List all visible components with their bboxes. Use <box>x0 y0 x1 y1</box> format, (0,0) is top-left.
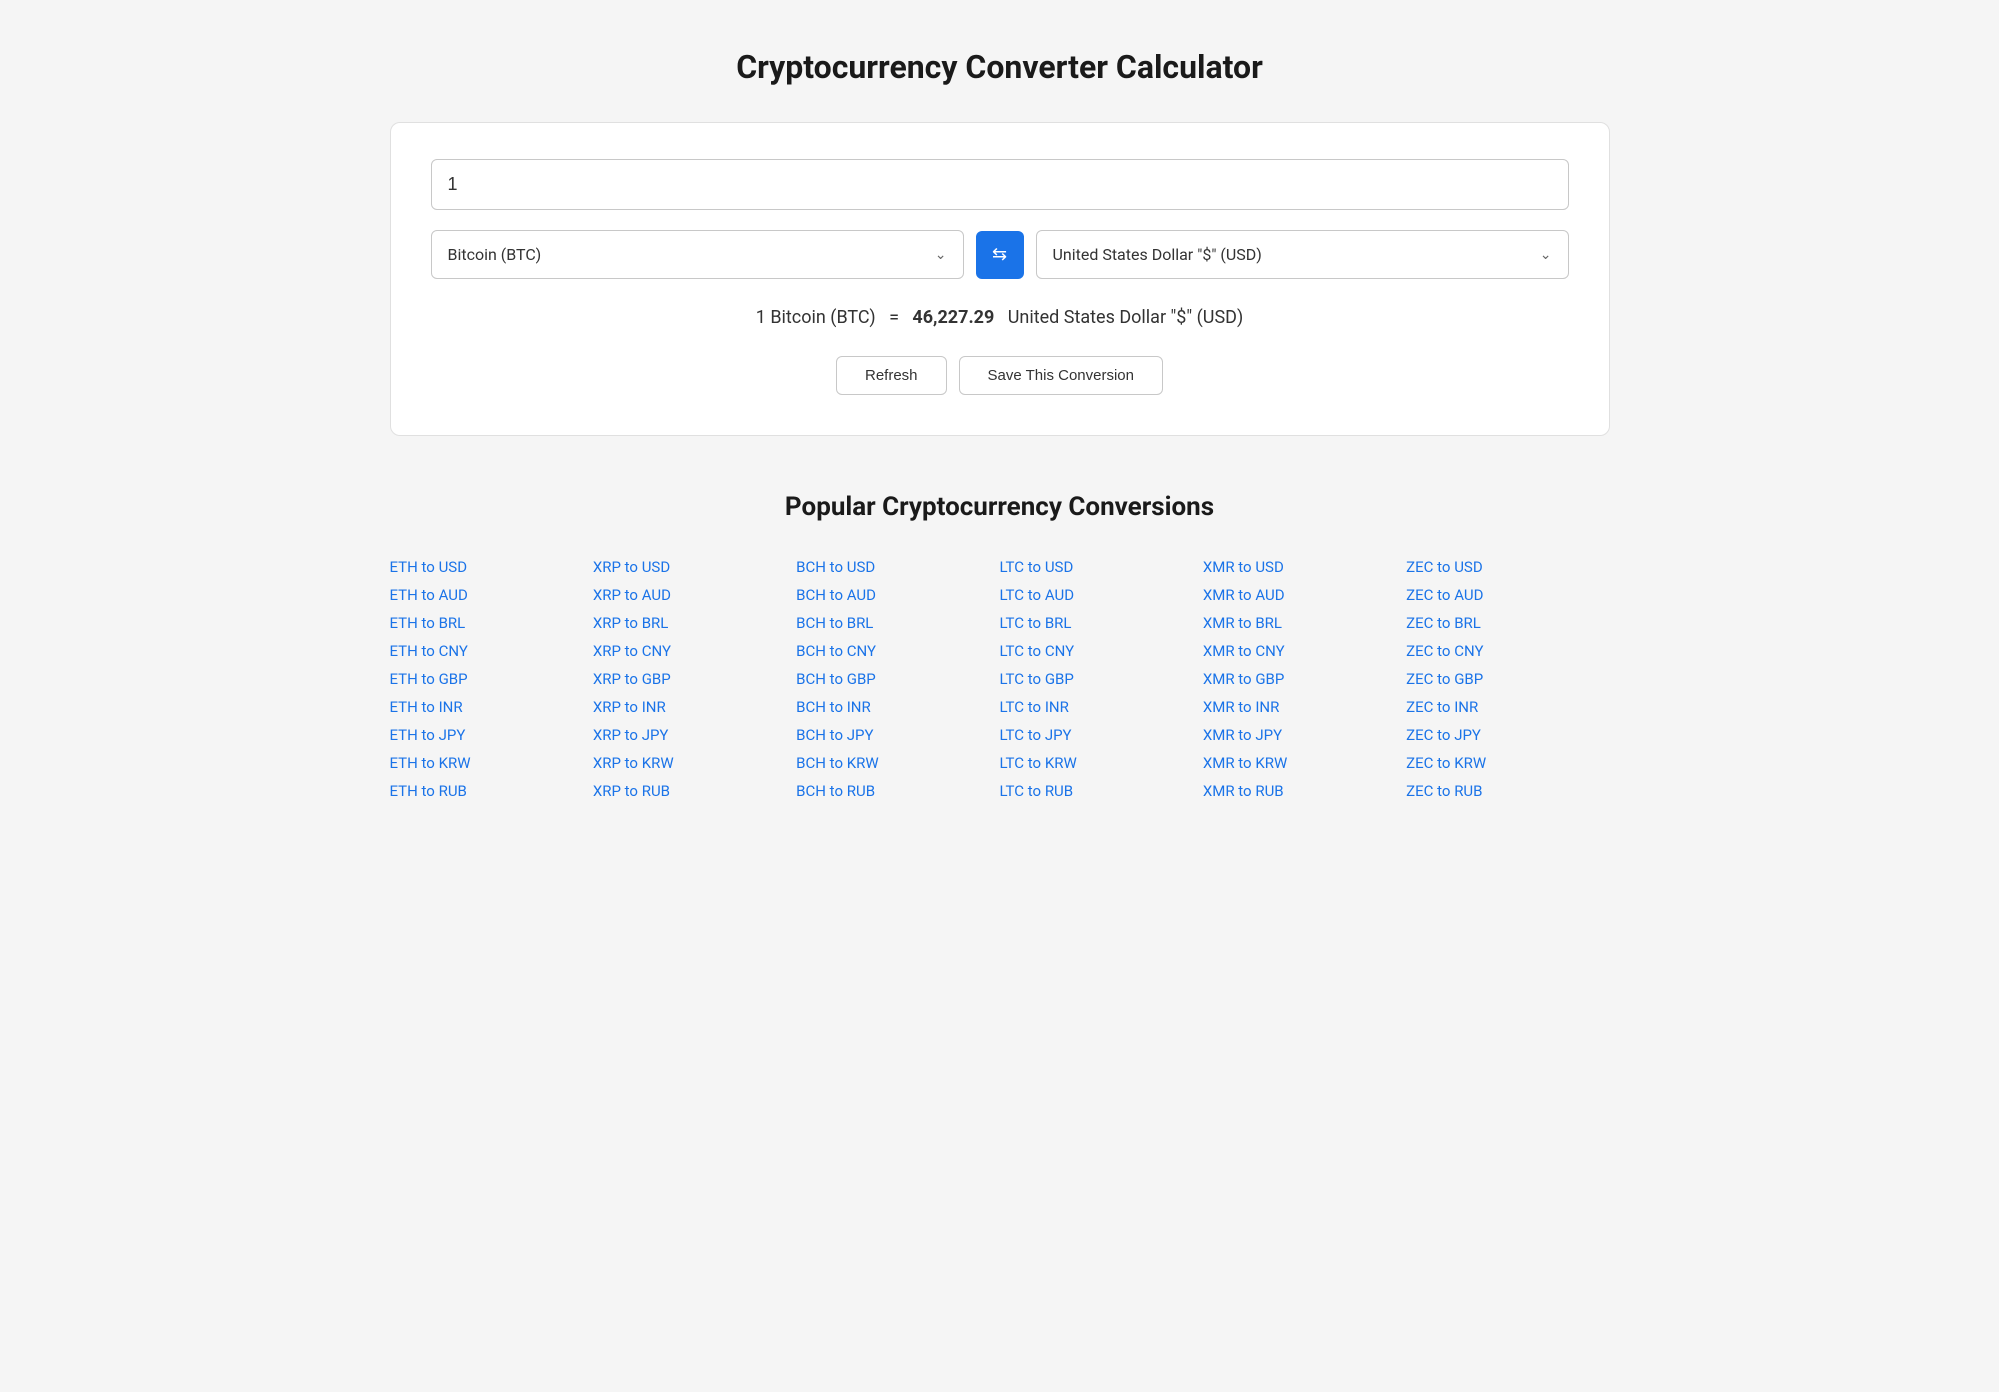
conversion-link[interactable]: XRP to GBP <box>593 670 796 688</box>
conversion-link[interactable]: XRP to KRW <box>593 754 796 772</box>
conversion-link[interactable]: BCH to KRW <box>796 754 999 772</box>
from-currency-label: Bitcoin (BTC) <box>432 231 919 278</box>
result-currency: United States Dollar "$" (USD) <box>1008 307 1244 328</box>
conversion-link[interactable]: ETH to USD <box>390 558 593 576</box>
swap-button[interactable]: ⇆ <box>976 231 1024 279</box>
conversion-link[interactable]: XMR to KRW <box>1203 754 1406 772</box>
conversions-grid: ETH to USD ETH to AUD ETH to BRL ETH to CNY… <box>390 558 1610 800</box>
conversion-link[interactable]: XMR to USD <box>1203 558 1406 576</box>
swap-icon: ⇆ <box>992 244 1007 265</box>
conversion-link[interactable]: ZEC to BRL <box>1406 614 1609 632</box>
conversion-link[interactable]: LTC to INR <box>999 698 1202 716</box>
from-currency-chevron-icon: ⌄ <box>919 247 963 263</box>
conversion-col-eth: ETH to USD ETH to AUD ETH to BRL ETH to CNY… <box>390 558 593 800</box>
conversion-link[interactable]: ZEC to RUB <box>1406 782 1609 800</box>
conversion-link[interactable]: XRP to JPY <box>593 726 796 744</box>
conversion-link[interactable]: ETH to RUB <box>390 782 593 800</box>
conversion-link[interactable]: ZEC to AUD <box>1406 586 1609 604</box>
result-equals: = <box>889 307 899 328</box>
conversion-link[interactable]: XRP to INR <box>593 698 796 716</box>
conversion-link[interactable]: ZEC to CNY <box>1406 642 1609 660</box>
conversion-link[interactable]: BCH to USD <box>796 558 999 576</box>
conversion-link[interactable]: ETH to GBP <box>390 670 593 688</box>
conversion-link[interactable]: BCH to RUB <box>796 782 999 800</box>
to-currency-chevron-icon: ⌄ <box>1524 247 1568 263</box>
result-row: 1 Bitcoin (BTC) = 46,227.29 United State… <box>431 307 1569 328</box>
action-buttons: Refresh Save This Conversion <box>431 356 1569 395</box>
conversion-link[interactable]: LTC to GBP <box>999 670 1202 688</box>
conversion-col-xrp: XRP to USD XRP to AUD XRP to BRL XRP to CNY… <box>593 558 796 800</box>
popular-title: Popular Cryptocurrency Conversions <box>390 492 1610 522</box>
conversion-link[interactable]: BCH to AUD <box>796 586 999 604</box>
conversion-link[interactable]: BCH to CNY <box>796 642 999 660</box>
conversion-link[interactable]: ETH to JPY <box>390 726 593 744</box>
save-conversion-button[interactable]: Save This Conversion <box>959 356 1163 395</box>
conversion-link[interactable]: LTC to BRL <box>999 614 1202 632</box>
conversion-link[interactable]: ZEC to GBP <box>1406 670 1609 688</box>
conversion-link[interactable]: ZEC to USD <box>1406 558 1609 576</box>
conversion-link[interactable]: LTC to JPY <box>999 726 1202 744</box>
conversion-link[interactable]: LTC to RUB <box>999 782 1202 800</box>
conversion-link[interactable]: ETH to INR <box>390 698 593 716</box>
conversion-col-xmr: XMR to USD XMR to AUD XMR to BRL XMR to CNY… <box>1203 558 1406 800</box>
conversion-link[interactable]: XRP to AUD <box>593 586 796 604</box>
conversion-col-ltc: LTC to USD LTC to AUD LTC to BRL LTC to CNY… <box>999 558 1202 800</box>
conversion-link[interactable]: ETH to BRL <box>390 614 593 632</box>
page-title: Cryptocurrency Converter Calculator <box>390 48 1610 86</box>
to-currency-label: United States Dollar "$" (USD) <box>1037 231 1524 278</box>
popular-section: Popular Cryptocurrency Conversions ETH t… <box>390 492 1610 800</box>
conversion-link[interactable]: LTC to AUD <box>999 586 1202 604</box>
conversion-link[interactable]: BCH to JPY <box>796 726 999 744</box>
conversion-link[interactable]: XRP to USD <box>593 558 796 576</box>
conversion-link[interactable]: ZEC to KRW <box>1406 754 1609 772</box>
conversion-link[interactable]: XMR to BRL <box>1203 614 1406 632</box>
conversion-link[interactable]: ZEC to JPY <box>1406 726 1609 744</box>
conversion-link[interactable]: BCH to INR <box>796 698 999 716</box>
conversion-link[interactable]: XMR to RUB <box>1203 782 1406 800</box>
conversion-link[interactable]: XMR to AUD <box>1203 586 1406 604</box>
converter-card: Bitcoin (BTC) ⌄ ⇆ United States Dollar "… <box>390 122 1610 436</box>
from-currency-select[interactable]: Bitcoin (BTC) ⌄ <box>431 230 964 279</box>
conversion-link[interactable]: XMR to INR <box>1203 698 1406 716</box>
conversion-col-bch: BCH to USD BCH to AUD BCH to BRL BCH to CNY… <box>796 558 999 800</box>
refresh-button[interactable]: Refresh <box>836 356 947 395</box>
conversion-link[interactable]: ETH to KRW <box>390 754 593 772</box>
result-value: 46,227.29 <box>912 307 994 328</box>
conversion-link[interactable]: XRP to RUB <box>593 782 796 800</box>
conversion-link[interactable]: BCH to GBP <box>796 670 999 688</box>
conversion-link[interactable]: XMR to GBP <box>1203 670 1406 688</box>
conversion-link[interactable]: LTC to KRW <box>999 754 1202 772</box>
conversion-link[interactable]: ETH to CNY <box>390 642 593 660</box>
conversion-link[interactable]: ETH to AUD <box>390 586 593 604</box>
conversion-link[interactable]: BCH to BRL <box>796 614 999 632</box>
conversion-link[interactable]: LTC to CNY <box>999 642 1202 660</box>
result-from-text: 1 Bitcoin (BTC) <box>756 307 876 328</box>
conversion-link[interactable]: XRP to BRL <box>593 614 796 632</box>
currency-row: Bitcoin (BTC) ⌄ ⇆ United States Dollar "… <box>431 230 1569 279</box>
conversion-col-zec: ZEC to USD ZEC to AUD ZEC to BRL ZEC to CNY… <box>1406 558 1609 800</box>
conversion-link[interactable]: ZEC to INR <box>1406 698 1609 716</box>
conversion-link[interactable]: LTC to USD <box>999 558 1202 576</box>
conversion-link[interactable]: XMR to JPY <box>1203 726 1406 744</box>
conversion-link[interactable]: XRP to CNY <box>593 642 796 660</box>
amount-input[interactable] <box>431 159 1569 210</box>
to-currency-select[interactable]: United States Dollar "$" (USD) ⌄ <box>1036 230 1569 279</box>
conversion-link[interactable]: XMR to CNY <box>1203 642 1406 660</box>
